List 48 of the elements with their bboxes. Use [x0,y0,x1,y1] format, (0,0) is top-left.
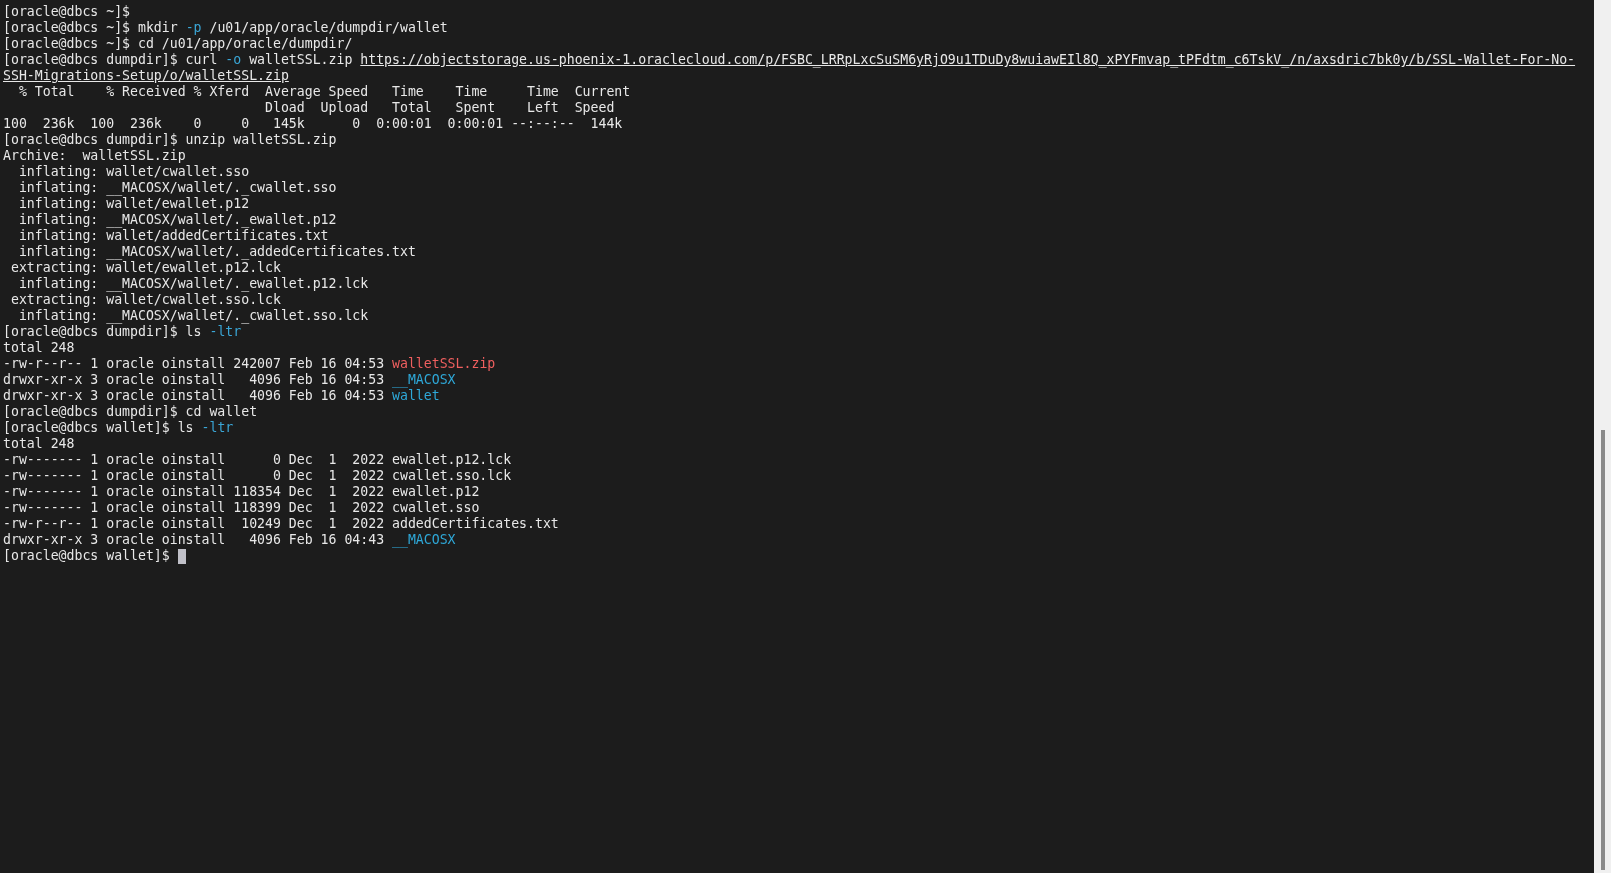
terminal-text: inflating: wallet/ewallet.p12 [17,196,250,212]
terminal-text: inflating: __MACOSX/wallet/._cwallet.sso.lck [17,308,369,324]
terminal-text: -rw------- 1 oracle oinstall 118399 Dec 1 2022 cwallet.sso [3,500,480,516]
terminal-text: total 248 [3,340,75,356]
terminal-text: [oracle@dbcs ~]$ cd /u01/app/oracle/dumpdir/ [3,36,353,52]
terminal-text: total 248 [3,436,75,452]
terminal-text: -rw------- 1 oracle oinstall 0 Dec 1 2022 cwallet.sso.lck [3,468,512,484]
terminal-text: -rw------- 1 oracle oinstall 0 Dec 1 2022 ewallet.p12.lck [3,452,512,468]
terminal-text: inflating: __MACOSX/wallet/._cwallet.sso [17,180,337,196]
terminal-text: drwxr-xr-x 3 oracle oinstall 4096 Feb 16 04:53 [3,388,386,404]
terminal-text: inflating: wallet/cwallet.sso [17,164,250,180]
terminal-text: 100 236k 100 236k 0 0 145k 0 0:00:01 0:00:01 --:--:-- 144k [3,116,623,132]
terminal-text: [oracle@dbcs wallet]$ ls [3,420,195,436]
url-link[interactable]: https://objectstorage.us-phoenix-1.oraclecloud.com/p/FSBC_LRRpLxcSuSM6yRjO9u1TDuDy8wuiawEIl8Q_xPYFmvap_tPFdtm_c6TskV_/n/axsdric7bk0y/b/SSL-Wallet-For-No- [360,52,1576,68]
terminal-text: [oracle@dbcs dumpdir]$ ls [3,324,203,340]
terminal-text: walletSSL.zip [248,52,354,68]
option-text: -p [185,20,202,36]
option-text: -ltr [209,324,242,340]
terminal-text: inflating: wallet/addedCertificates.txt [17,228,329,244]
terminal-text: drwxr-xr-x 3 oracle oinstall 4096 Feb 16 04:43 [3,532,386,548]
terminal-text: -rw-r--r-- 1 oracle oinstall 242007 Feb 16 04:53 [3,356,386,372]
directory-name: __MACOSX [392,372,456,388]
scrollbar-thumb[interactable] [1600,430,1605,870]
directory-name: __MACOSX [392,532,456,548]
terminal-text: Dload Upload Total Spent Left Speed [264,100,615,116]
terminal-text: extracting: wallet/ewallet.p12.lck [9,260,281,276]
terminal-text: [oracle@dbcs dumpdir]$ curl [3,52,219,68]
terminal-text: drwxr-xr-x 3 oracle oinstall 4096 Feb 16 04:53 [3,372,386,388]
terminal-text: % Total % Received % Xferd Average Speed Time Time Time Current [17,84,631,100]
terminal-text: inflating: __MACOSX/wallet/._ewallet.p12 [17,212,337,228]
terminal-text: [oracle@dbcs ~]$ mkdir [3,20,179,36]
terminal-text: -rw------- 1 oracle oinstall 118354 Dec 1 2022 ewallet.p12 [3,484,480,500]
option-text: -o [225,52,242,68]
scrollbar-track[interactable] [1594,0,1611,873]
terminal-text: /u01/app/oracle/dumpdir/wallet [208,20,448,36]
option-text: -ltr [201,420,234,436]
terminal-text: [oracle@dbcs ~]$ [3,4,131,20]
terminal-text: -rw-r--r-- 1 oracle oinstall 10249 Dec 1 2022 addedCertificates.txt [3,516,559,532]
terminal-text: extracting: wallet/cwallet.sso.lck [9,292,281,308]
url-link[interactable]: SSH-Migrations-Setup/o/walletSSL.zip [3,68,289,84]
terminal-text: [oracle@dbcs wallet]$ [3,548,171,564]
file-name: walletSSL.zip [392,356,496,372]
terminal-text: [oracle@dbcs dumpdir]$ unzip walletSSL.zip [3,132,337,148]
directory-name: wallet [392,388,440,404]
terminal-text: inflating: __MACOSX/wallet/._addedCertificates.txt [17,244,416,260]
terminal-text: Archive: walletSSL.zip [3,148,186,164]
terminal-text: [oracle@dbcs dumpdir]$ cd wallet [3,404,258,420]
terminal-text: inflating: __MACOSX/wallet/._ewallet.p12.lck [17,276,369,292]
